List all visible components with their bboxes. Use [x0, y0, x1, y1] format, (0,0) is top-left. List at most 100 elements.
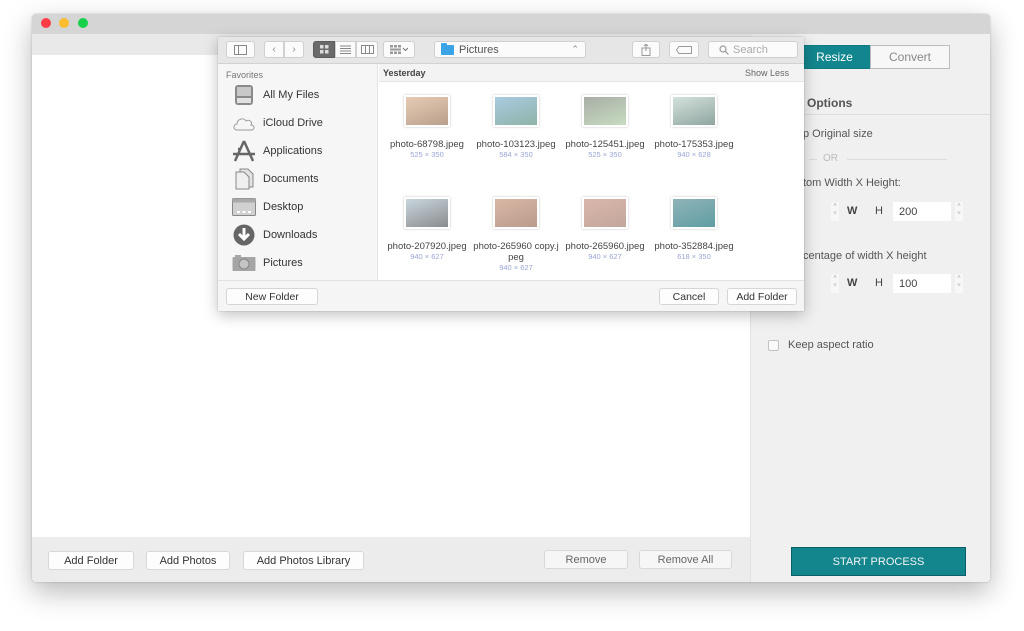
icon-view-button[interactable] — [313, 41, 335, 58]
or-divider-right — [847, 159, 947, 160]
location-popup[interactable]: Pictures ⌃ — [434, 41, 586, 58]
image-dimensions: 940 × 627 — [410, 252, 444, 261]
sidebar-item-desktop[interactable]: Desktop — [232, 194, 372, 220]
custom-height-stepper[interactable]: ˄ ˅ — [955, 202, 963, 221]
list-icon — [340, 45, 351, 54]
tab-resize[interactable]: Resize — [798, 45, 871, 69]
keep-aspect-checkbox[interactable] — [768, 340, 779, 351]
image-thumbnail — [582, 197, 628, 229]
custom-width-stepper[interactable]: ˄ ˅ — [831, 202, 839, 221]
add-folder-button[interactable]: Add Folder — [48, 551, 134, 570]
sidebar-item-label: iCloud Drive — [263, 117, 323, 129]
share-icon — [641, 43, 651, 56]
sidebar-item-label: Pictures — [263, 257, 303, 269]
arrange-button[interactable] — [383, 41, 415, 58]
share-button[interactable] — [632, 41, 660, 58]
sidebar-item-icloud-drive[interactable]: iCloud Drive — [232, 110, 372, 136]
camera-icon — [232, 252, 256, 274]
file-name: photo-175353.jpeg — [654, 139, 734, 150]
search-field[interactable]: Search — [708, 41, 798, 58]
custom-size-option[interactable]: tom Width X Height: — [803, 177, 901, 189]
or-divider-left — [809, 159, 817, 160]
file-tile[interactable]: photo-125451.jpeg 525 × 350 — [560, 95, 650, 159]
file-tile[interactable]: photo-265960.jpeg 940 × 627 — [560, 197, 650, 261]
grid-icon — [319, 45, 328, 54]
list-view-button[interactable] — [335, 41, 356, 58]
percent-height-input[interactable]: 100 — [893, 274, 951, 293]
add-photos-library-button[interactable]: Add Photos Library — [243, 551, 364, 570]
downloads-icon — [232, 224, 256, 246]
minimize-window-button[interactable] — [59, 18, 69, 28]
tag-button[interactable] — [669, 41, 699, 58]
file-browser: Yesterday Show Less photo-68798.jpeg 525 … — [379, 64, 804, 280]
sidebar-item-documents[interactable]: Documents — [232, 166, 372, 192]
new-folder-button[interactable]: New Folder — [226, 288, 318, 305]
image-dimensions: 525 × 350 — [410, 150, 444, 159]
image-thumbnail — [404, 197, 450, 229]
options-heading: Options — [807, 96, 853, 110]
file-name: photo-265960.jpeg — [565, 241, 645, 252]
sidebar-item-label: Desktop — [263, 201, 304, 213]
show-less-link[interactable]: Show Less — [745, 68, 789, 78]
keep-original-size-option[interactable]: p Original size — [803, 128, 873, 140]
search-icon — [719, 44, 729, 55]
custom-height-input[interactable]: 200 — [893, 202, 951, 221]
remove-button[interactable]: Remove — [544, 550, 628, 569]
zoom-window-button[interactable] — [78, 18, 88, 28]
image-thumbnail — [671, 197, 717, 229]
percent-width-stepper[interactable]: ˄ ˅ — [831, 274, 839, 293]
custom-w-label: W — [847, 205, 858, 217]
close-window-button[interactable] — [41, 18, 51, 28]
image-dimensions: 584 × 350 — [499, 150, 533, 159]
sidebar-item-label: All My Files — [263, 89, 320, 101]
image-thumbnail — [404, 95, 450, 127]
image-dimensions: 525 × 350 — [588, 150, 622, 159]
sidebar-item-pictures[interactable]: Pictures — [232, 250, 372, 276]
updown-chevron-icon: ⌃ — [571, 44, 579, 54]
sidebar-item-all-my-files[interactable]: All My Files — [232, 82, 372, 108]
sidebar-item-label: Downloads — [263, 229, 318, 241]
image-thumbnail — [582, 95, 628, 127]
columns-icon — [360, 45, 374, 54]
all-files-icon — [232, 84, 256, 106]
percent-height-stepper[interactable]: ˄ ˅ — [955, 274, 963, 293]
dialog-sidebar: Favorites All My Files iCloud Drive Appl… — [218, 64, 378, 280]
file-tile[interactable]: photo-103123.jpeg 584 × 350 — [471, 95, 561, 159]
forward-button[interactable]: › — [284, 41, 304, 58]
image-thumbnail — [493, 95, 539, 127]
file-name: photo-68798.jpeg — [390, 139, 464, 150]
sidebar-toggle-button[interactable] — [226, 41, 255, 58]
file-name: photo-352884.jpeg — [654, 241, 734, 252]
image-dimensions: 940 × 627 — [499, 263, 533, 272]
cancel-button[interactable]: Cancel — [659, 288, 719, 305]
dialog-footer: New Folder Cancel Add Folder — [218, 280, 804, 311]
back-button[interactable]: ‹ — [264, 41, 284, 58]
title-bar — [32, 14, 990, 34]
image-dimensions: 618 × 350 — [677, 252, 711, 261]
sidebar-item-downloads[interactable]: Downloads — [232, 222, 372, 248]
search-placeholder: Search — [733, 43, 768, 56]
start-process-button[interactable]: START PROCESS — [791, 547, 966, 576]
file-tile[interactable]: photo-175353.jpeg 940 × 628 — [649, 95, 739, 159]
file-tile[interactable]: photo-352884.jpeg 618 × 350 — [649, 197, 739, 261]
section-header: Yesterday Show Less — [379, 64, 804, 82]
file-tile[interactable]: photo-207920.jpeg 940 × 627 — [382, 197, 472, 261]
percentage-option[interactable]: centage of width X height — [803, 250, 927, 262]
applications-icon — [232, 140, 256, 162]
desktop-icon — [232, 196, 256, 218]
custom-h-label: H — [875, 205, 883, 217]
sidebar-item-applications[interactable]: Applications — [232, 138, 372, 164]
file-tile[interactable]: photo-68798.jpeg 525 × 350 — [382, 95, 472, 159]
file-name: photo-125451.jpeg — [565, 139, 645, 150]
sidebar-icon — [234, 44, 247, 55]
add-folder-confirm-button[interactable]: Add Folder — [727, 288, 797, 305]
chevron-right-icon: › — [292, 44, 296, 55]
bottom-toolbar: Add Folder Add Photos Add Photos Library… — [32, 537, 750, 582]
column-view-button[interactable] — [356, 41, 378, 58]
tab-convert[interactable]: Convert — [870, 45, 950, 69]
tag-icon — [676, 45, 692, 54]
file-tile[interactable]: photo-265960 copy.jpeg 940 × 627 — [471, 197, 561, 272]
remove-all-button[interactable]: Remove All — [639, 550, 732, 569]
folder-icon — [441, 42, 454, 55]
add-photos-button[interactable]: Add Photos — [146, 551, 230, 570]
